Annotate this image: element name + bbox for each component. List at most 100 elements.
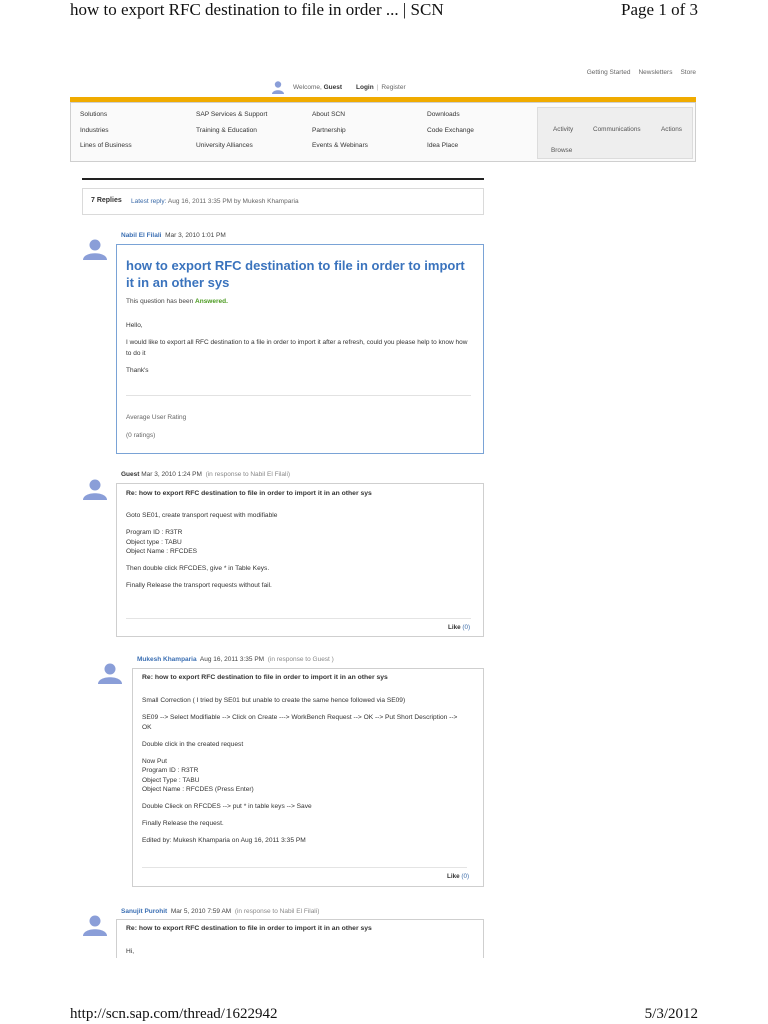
reply3-box: Re: how to export RFC destination to fil… [116,919,484,958]
reply2-body-line: Edited by: Mukesh Khamparia on Aug 16, 2… [142,837,306,844]
reply3-body-line: Hi, [126,948,135,955]
reply1-context: (in response to Nabil El Filali) [205,471,291,478]
nav-partnership[interactable]: Partnership [312,127,368,136]
nav-sap-services-support[interactable]: SAP Services & Support [196,111,267,120]
print-page-title: how to export RFC destination to file in… [70,0,444,19]
reply1-body-line: Program ID : R3TR Object type : TABU Obj… [126,529,198,555]
replies-summary: 7 Replies Latest reply: Aug 16, 2011 3:3… [82,188,484,215]
like-count: (0) [461,873,470,880]
question-date: Mar 3, 2010 1:01 PM [165,232,226,239]
reply2-author-name[interactable]: Mukesh Khamparia [137,656,197,663]
nav-code-exchange[interactable]: Code Exchange [427,127,474,136]
latest-reply: Latest reply: Aug 16, 2011 3:35 PM by Mu… [131,198,299,205]
like-label[interactable]: Like [448,624,461,631]
reply1-box: Re: how to export RFC destination to fil… [116,483,484,637]
latest-reply-label: Latest reply: [131,198,167,205]
user-avatar-icon [272,81,284,94]
getting-started-link[interactable]: Getting Started [587,69,631,76]
nav-events-webinars[interactable]: Events & Webinars [312,142,368,151]
reply1-body-line: Then double click RFCDES, give * in Tabl… [126,565,270,572]
nav-solutions[interactable]: Solutions [80,111,132,120]
like-label[interactable]: Like [447,873,460,880]
average-rating-label: Average User Rating [126,414,187,421]
ratings-count: (0 ratings) [126,432,156,439]
newsletters-link[interactable]: Newsletters [638,69,672,76]
question-author-name[interactable]: Nabil El Filali [121,232,161,239]
question-body: Hello, I would like to export all RFC de… [126,320,470,382]
reply1-body-line: Finally Release the transport requests w… [126,582,272,589]
reply1-like-button[interactable]: Like (0) [448,624,470,631]
question-status-prefix: This question has been [126,298,194,305]
store-link[interactable]: Store [680,69,696,76]
question-body-line: Hello, [126,322,143,329]
reply1-date: Mar 3, 2010 1:24 PM [141,471,202,478]
like-count: (0) [462,624,471,631]
welcome-prefix: Welcome, [293,83,322,91]
question-status: This question has been Answered. [126,298,228,305]
nav-university-alliances[interactable]: University Alliances [196,142,267,151]
reply3-context: (in response to Nabil El Filali) [234,908,320,915]
reply2-body-line: Double Clieck on RFCDES --> put * in tab… [142,803,312,810]
reply1-body: Goto SE01, create transport request with… [126,511,471,598]
reply2-body-line: Now Put Program ID : R3TR Object Type : … [142,757,254,794]
reply2-date: Aug 16, 2011 3:35 PM [199,656,265,663]
reply2-body-line: Small Correction ( I tried by SE01 but u… [142,697,406,704]
question-body-line: I would like to export all RFC destinati… [126,339,468,357]
nav-column-4: Downloads Code Exchange Idea Place [427,111,474,151]
reply2-body: Small Correction ( I tried by SE01 but u… [142,696,467,853]
question-author-line: Nabil El Filali Mar 3, 2010 1:01 PM [121,232,226,239]
reply1-divider [126,618,471,619]
reply3-title: Re: how to export RFC destination to fil… [126,925,372,932]
author-avatar-icon [83,479,107,500]
reply2-author-line: Mukesh Khamparia Aug 16, 2011 3:35 PM (i… [137,656,334,663]
question-body-line: Thank's [126,367,149,374]
reply2-context: (in response to Guest ) [267,656,334,663]
reply-count: 7 Replies [91,197,122,204]
question-box: how to export RFC destination to file in… [116,244,484,454]
nav-actions-panel: Activity Communications Actions Browse [537,107,693,159]
reply2-body-line: SE09 --> Select Modifiable --> Click on … [142,714,458,731]
utility-links: Getting Started Newsletters Store [587,69,696,76]
reply2-body-line: Double click in the created request [142,740,244,748]
author-avatar-icon [83,915,107,936]
reply2-title: Re: how to export RFC destination to fil… [142,674,388,681]
tab-browse[interactable]: Browse [551,147,572,154]
welcome-bar: Welcome, Guest Login | Register [271,79,406,95]
nav-about-scn[interactable]: About SCN [312,111,368,120]
latest-reply-value: Aug 16, 2011 3:35 PM by Mukesh Khamparia [167,198,299,205]
nav-column-2: SAP Services & Support Training & Educat… [196,111,267,151]
register-link[interactable]: Register [381,84,405,91]
question-title: how to export RFC destination to file in… [126,258,465,290]
tab-actions[interactable]: Actions [661,126,682,133]
reply3-body: Hi, [126,947,471,964]
reply3-author-line: Sanujit Purohit Mar 5, 2010 7:59 AM (in … [121,908,319,915]
reply1-body-line: Goto SE01, create transport request with… [126,512,278,519]
reply2-body-line: Finally Release the request. [142,820,224,827]
thread-divider [82,178,484,180]
reply3-author-name[interactable]: Sanujit Purohit [121,908,167,915]
author-avatar-icon [83,239,107,260]
tab-communications[interactable]: Communications [593,126,641,133]
reply2-like-button[interactable]: Like (0) [447,873,469,880]
separator: | [376,83,379,91]
nav-column-3: About SCN Partnership Events & Webinars [312,111,368,151]
author-avatar-icon [98,663,122,684]
nav-training-education[interactable]: Training & Education [196,127,267,136]
print-date: 5/3/2012 [644,1006,698,1022]
print-url: http://scn.sap.com/thread/1622942 [70,1006,278,1022]
welcome-user: Guest [323,83,343,91]
nav-column-1: Solutions Industries Lines of Business [80,111,132,151]
reply1-title: Re: how to export RFC destination to fil… [126,490,372,497]
nav-lines-of-business[interactable]: Lines of Business [80,142,132,151]
nav-downloads[interactable]: Downloads [427,111,474,120]
nav-industries[interactable]: Industries [80,127,132,136]
tab-activity[interactable]: Activity [553,126,573,133]
reply1-author-name: Guest [121,471,140,478]
print-page-number: Page 1 of 3 [621,0,698,19]
reply2-box: Re: how to export RFC destination to fil… [132,668,484,887]
question-status-answered: Answered. [195,298,228,305]
nav-idea-place[interactable]: Idea Place [427,142,474,151]
main-navigation: Solutions Industries Lines of Business S… [70,102,696,162]
login-link[interactable]: Login [356,84,374,91]
reply2-divider [142,867,467,868]
